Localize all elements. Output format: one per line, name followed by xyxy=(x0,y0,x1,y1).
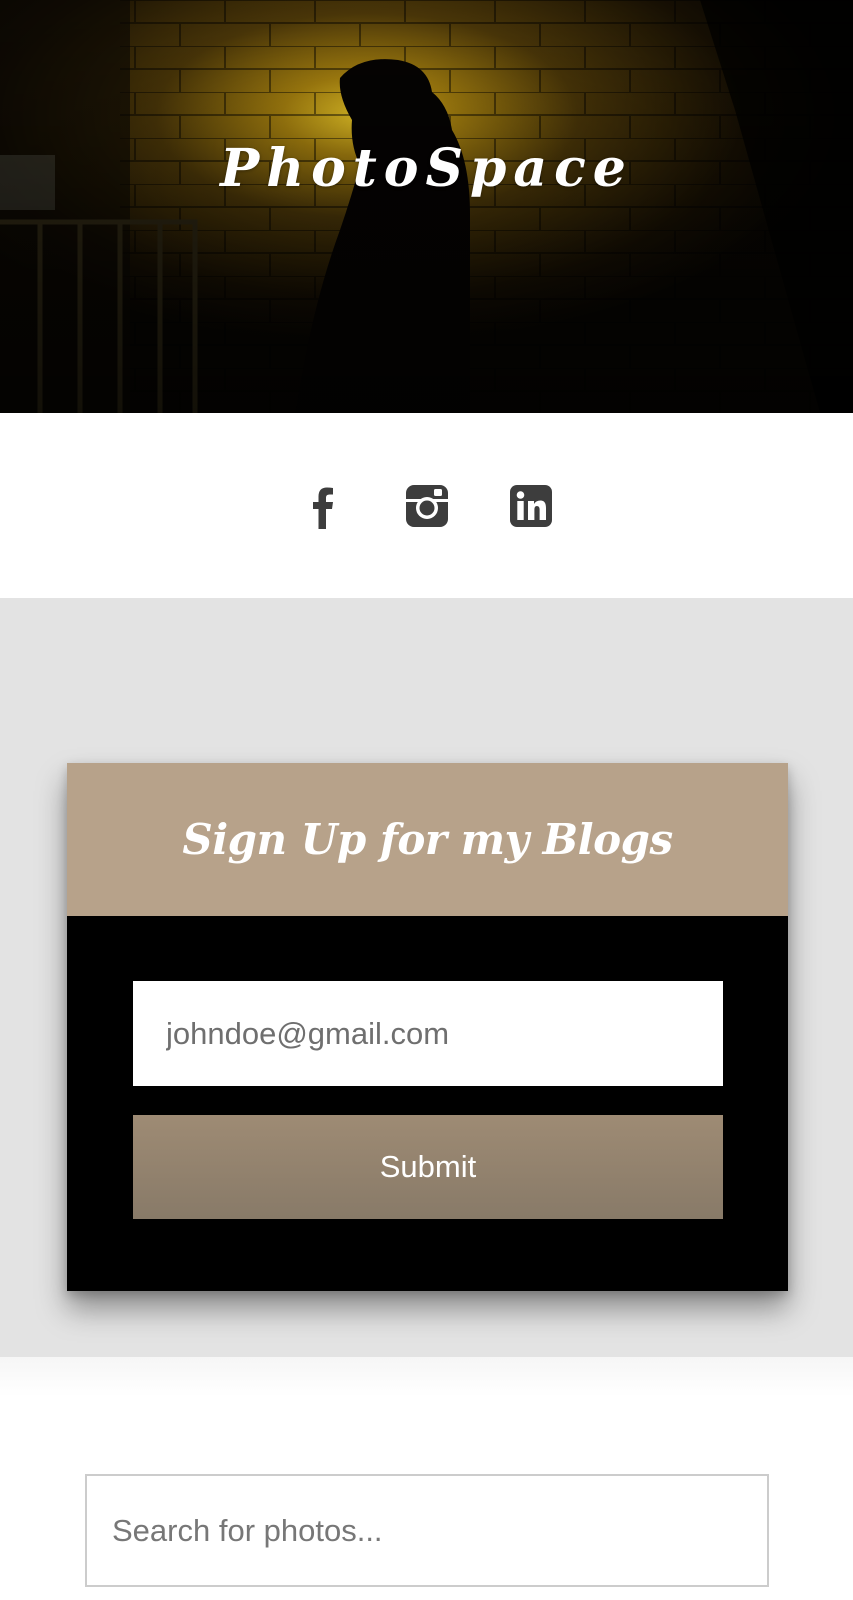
linkedin-link[interactable] xyxy=(508,483,554,529)
linkedin-icon xyxy=(509,484,552,527)
hero-background-image xyxy=(0,0,853,413)
search-input[interactable] xyxy=(85,1474,769,1587)
facebook-link[interactable] xyxy=(300,483,346,529)
instagram-icon xyxy=(405,484,448,527)
search-section xyxy=(0,1357,853,1600)
signup-card-header: Sign Up for my Blogs xyxy=(67,763,788,916)
social-links xyxy=(0,413,853,598)
signup-title: Sign Up for my Blogs xyxy=(182,815,673,864)
submit-button[interactable]: Submit xyxy=(133,1115,723,1219)
email-field[interactable] xyxy=(133,981,723,1086)
hero-banner: PhotoSpace xyxy=(0,0,853,413)
signup-section: Sign Up for my Blogs Submit xyxy=(0,598,853,1357)
site-title: PhotoSpace xyxy=(220,138,633,199)
facebook-icon xyxy=(312,487,333,529)
signup-card: Sign Up for my Blogs Submit xyxy=(67,763,788,1291)
instagram-link[interactable] xyxy=(404,483,450,529)
